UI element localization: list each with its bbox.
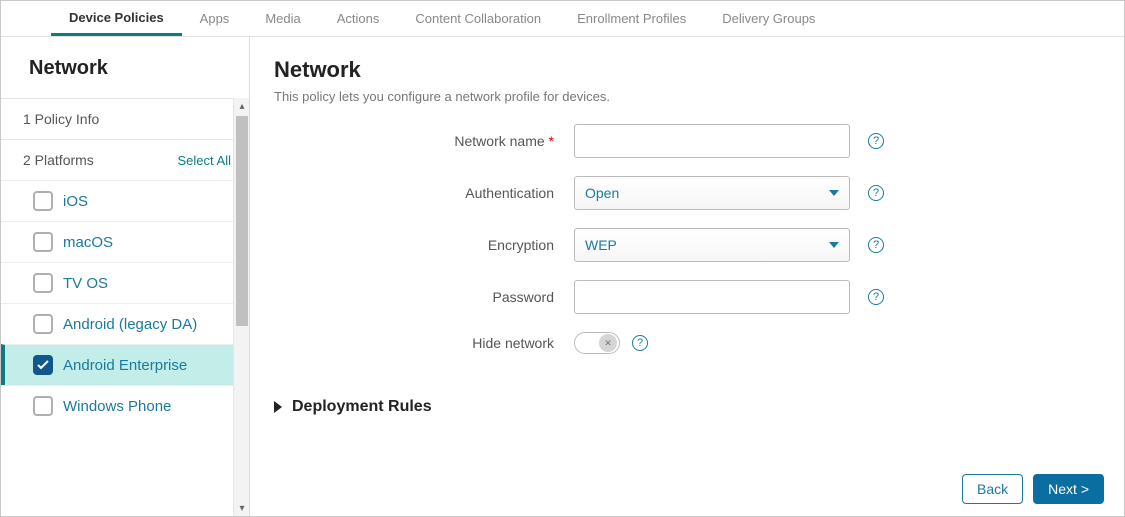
checkbox-icon[interactable] bbox=[33, 232, 53, 252]
tab-device-policies[interactable]: Device Policies bbox=[51, 1, 182, 36]
help-icon[interactable]: ? bbox=[868, 185, 884, 201]
toggle-knob-off-icon bbox=[599, 334, 617, 352]
tab-apps[interactable]: Apps bbox=[182, 1, 248, 36]
back-button[interactable]: Back bbox=[962, 474, 1023, 504]
caret-right-icon bbox=[274, 401, 282, 413]
tab-enrollment-profiles[interactable]: Enrollment Profiles bbox=[559, 1, 704, 36]
network-name-input[interactable] bbox=[574, 124, 850, 158]
page-title: Network bbox=[274, 57, 1100, 83]
chevron-down-icon bbox=[829, 190, 839, 196]
platform-label: Android Enterprise bbox=[63, 357, 187, 374]
platform-item-windows-phone[interactable]: Windows Phone bbox=[1, 385, 249, 426]
help-icon[interactable]: ? bbox=[868, 289, 884, 305]
password-input[interactable] bbox=[574, 280, 850, 314]
checkbox-icon[interactable] bbox=[33, 355, 53, 375]
footer-buttons: Back Next > bbox=[962, 474, 1104, 504]
chevron-down-icon bbox=[829, 242, 839, 248]
sidebar-step-policy-info[interactable]: 1 Policy Info bbox=[1, 98, 249, 139]
platform-label: TV OS bbox=[63, 275, 108, 292]
scroll-up-icon[interactable]: ▴ bbox=[234, 98, 249, 114]
label-authentication: Authentication bbox=[274, 185, 574, 201]
top-tabs: Device Policies Apps Media Actions Conte… bbox=[1, 1, 1124, 37]
platform-label: macOS bbox=[63, 234, 113, 251]
help-icon[interactable]: ? bbox=[868, 133, 884, 149]
encryption-select[interactable]: WEP bbox=[574, 228, 850, 262]
sidebar-step-platforms[interactable]: 2 Platforms Select All bbox=[1, 139, 249, 180]
checkbox-icon[interactable] bbox=[33, 396, 53, 416]
checkbox-icon[interactable] bbox=[33, 314, 53, 334]
next-button[interactable]: Next > bbox=[1033, 474, 1104, 504]
platform-label: iOS bbox=[63, 193, 88, 210]
checkbox-icon[interactable] bbox=[33, 273, 53, 293]
select-all-link[interactable]: Select All bbox=[178, 153, 231, 168]
help-icon[interactable]: ? bbox=[632, 335, 648, 351]
label-encryption: Encryption bbox=[274, 237, 574, 253]
platform-label: Android (legacy DA) bbox=[63, 316, 197, 333]
encryption-value: WEP bbox=[585, 237, 617, 253]
platform-item-android-enterprise[interactable]: Android Enterprise bbox=[1, 344, 249, 385]
platform-item-ios[interactable]: iOS bbox=[1, 180, 249, 221]
platform-item-android-legacy[interactable]: Android (legacy DA) bbox=[1, 303, 249, 344]
authentication-select[interactable]: Open bbox=[574, 176, 850, 210]
help-icon[interactable]: ? bbox=[868, 237, 884, 253]
step1-label: 1 Policy Info bbox=[23, 111, 99, 127]
label-network-name: Network name * bbox=[274, 133, 574, 149]
authentication-value: Open bbox=[585, 185, 619, 201]
tab-content-collaboration[interactable]: Content Collaboration bbox=[397, 1, 559, 36]
checkbox-icon[interactable] bbox=[33, 191, 53, 211]
platform-label: Windows Phone bbox=[63, 398, 171, 415]
sidebar-scrollbar[interactable]: ▴ ▾ bbox=[233, 98, 249, 516]
page-subtitle: This policy lets you configure a network… bbox=[274, 89, 1100, 104]
main-panel: Network This policy lets you configure a… bbox=[250, 37, 1124, 516]
tab-actions[interactable]: Actions bbox=[319, 1, 398, 36]
label-hide-network: Hide network bbox=[274, 335, 574, 351]
label-password: Password bbox=[274, 289, 574, 305]
tab-delivery-groups[interactable]: Delivery Groups bbox=[704, 1, 833, 36]
scroll-down-icon[interactable]: ▾ bbox=[234, 500, 249, 516]
hide-network-toggle[interactable] bbox=[574, 332, 620, 354]
sidebar-title: Network bbox=[1, 37, 249, 98]
platform-item-macos[interactable]: macOS bbox=[1, 221, 249, 262]
deployment-rules-toggle[interactable]: Deployment Rules bbox=[274, 398, 1100, 416]
scroll-thumb[interactable] bbox=[236, 116, 248, 326]
deployment-rules-label: Deployment Rules bbox=[292, 398, 432, 416]
tab-media[interactable]: Media bbox=[247, 1, 318, 36]
step2-label: 2 Platforms bbox=[23, 152, 94, 168]
platform-item-tvos[interactable]: TV OS bbox=[1, 262, 249, 303]
sidebar: Network 1 Policy Info 2 Platforms Select… bbox=[1, 37, 250, 516]
